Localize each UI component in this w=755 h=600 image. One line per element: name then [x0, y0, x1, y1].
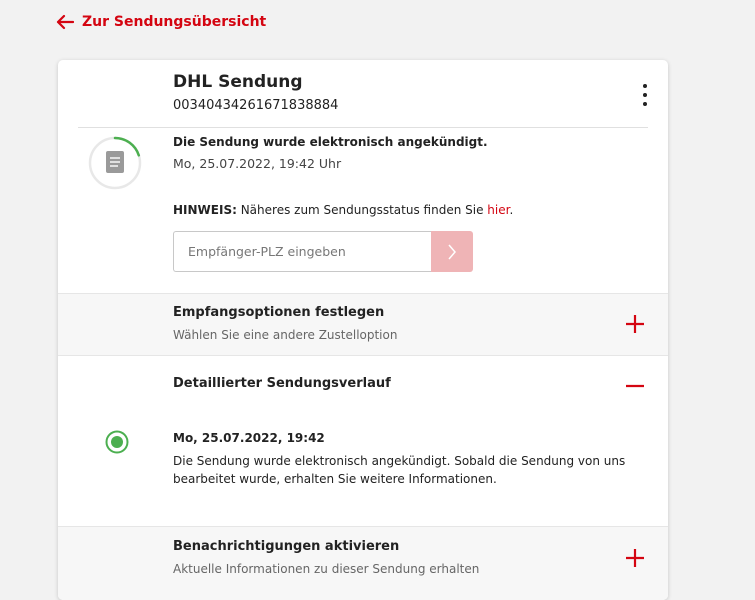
shipment-title: DHL Sendung — [173, 72, 303, 92]
history-title: Detaillierter Sendungsverlauf — [173, 376, 391, 391]
hint-suffix: . — [509, 203, 514, 217]
status-dot-icon — [105, 430, 129, 454]
shipment-card: DHL Sendung 00340434261671838884 Die Sen… — [58, 60, 668, 600]
hint-link[interactable]: hier — [487, 203, 509, 217]
tracking-number: 00340434261671838884 — [173, 98, 339, 113]
plz-input[interactable] — [173, 231, 431, 272]
notifications-title: Benachrichtigungen aktivieren — [173, 539, 400, 554]
arrow-left-icon — [56, 14, 74, 30]
receive-options-section[interactable]: Empfangsoptionen festlegen Wählen Sie ei… — [58, 293, 668, 355]
chevron-right-icon — [448, 244, 456, 259]
notifications-section[interactable]: Benachrichtigungen aktivieren Aktuelle I… — [58, 526, 668, 600]
plus-icon[interactable] — [626, 315, 644, 333]
minus-icon[interactable] — [626, 377, 644, 395]
event-date: Mo, 25.07.2022, 19:42 — [173, 431, 325, 445]
plz-form — [173, 231, 473, 272]
more-vertical-icon[interactable] — [640, 84, 650, 106]
history-section: Detaillierter Sendungsverlauf — [58, 355, 668, 527]
divider — [78, 127, 648, 128]
status-progress-ring — [88, 136, 142, 190]
hint-prefix: HINWEIS: — [173, 203, 237, 217]
hint-body: Näheres zum Sendungsstatus finden Sie — [236, 203, 488, 217]
back-link-label: Zur Sendungsübersicht — [82, 14, 267, 30]
event-text: Die Sendung wurde elektronisch angekündi… — [173, 454, 626, 486]
status-date: Mo, 25.07.2022, 19:42 Uhr — [173, 156, 342, 171]
receive-options-title: Empfangsoptionen festlegen — [173, 305, 385, 320]
notifications-subtitle: Aktuelle Informationen zu dieser Sendung… — [173, 562, 480, 576]
plus-icon[interactable] — [626, 549, 644, 567]
back-link[interactable]: Zur Sendungsübersicht — [56, 14, 266, 30]
document-icon — [106, 151, 124, 173]
plz-submit-button[interactable] — [431, 231, 473, 272]
receive-options-subtitle: Wählen Sie eine andere Zustelloption — [173, 328, 398, 342]
status-text: Die Sendung wurde elektronisch angekündi… — [173, 135, 488, 149]
hint-text: HINWEIS: Näheres zum Sendungsstatus find… — [173, 203, 513, 217]
